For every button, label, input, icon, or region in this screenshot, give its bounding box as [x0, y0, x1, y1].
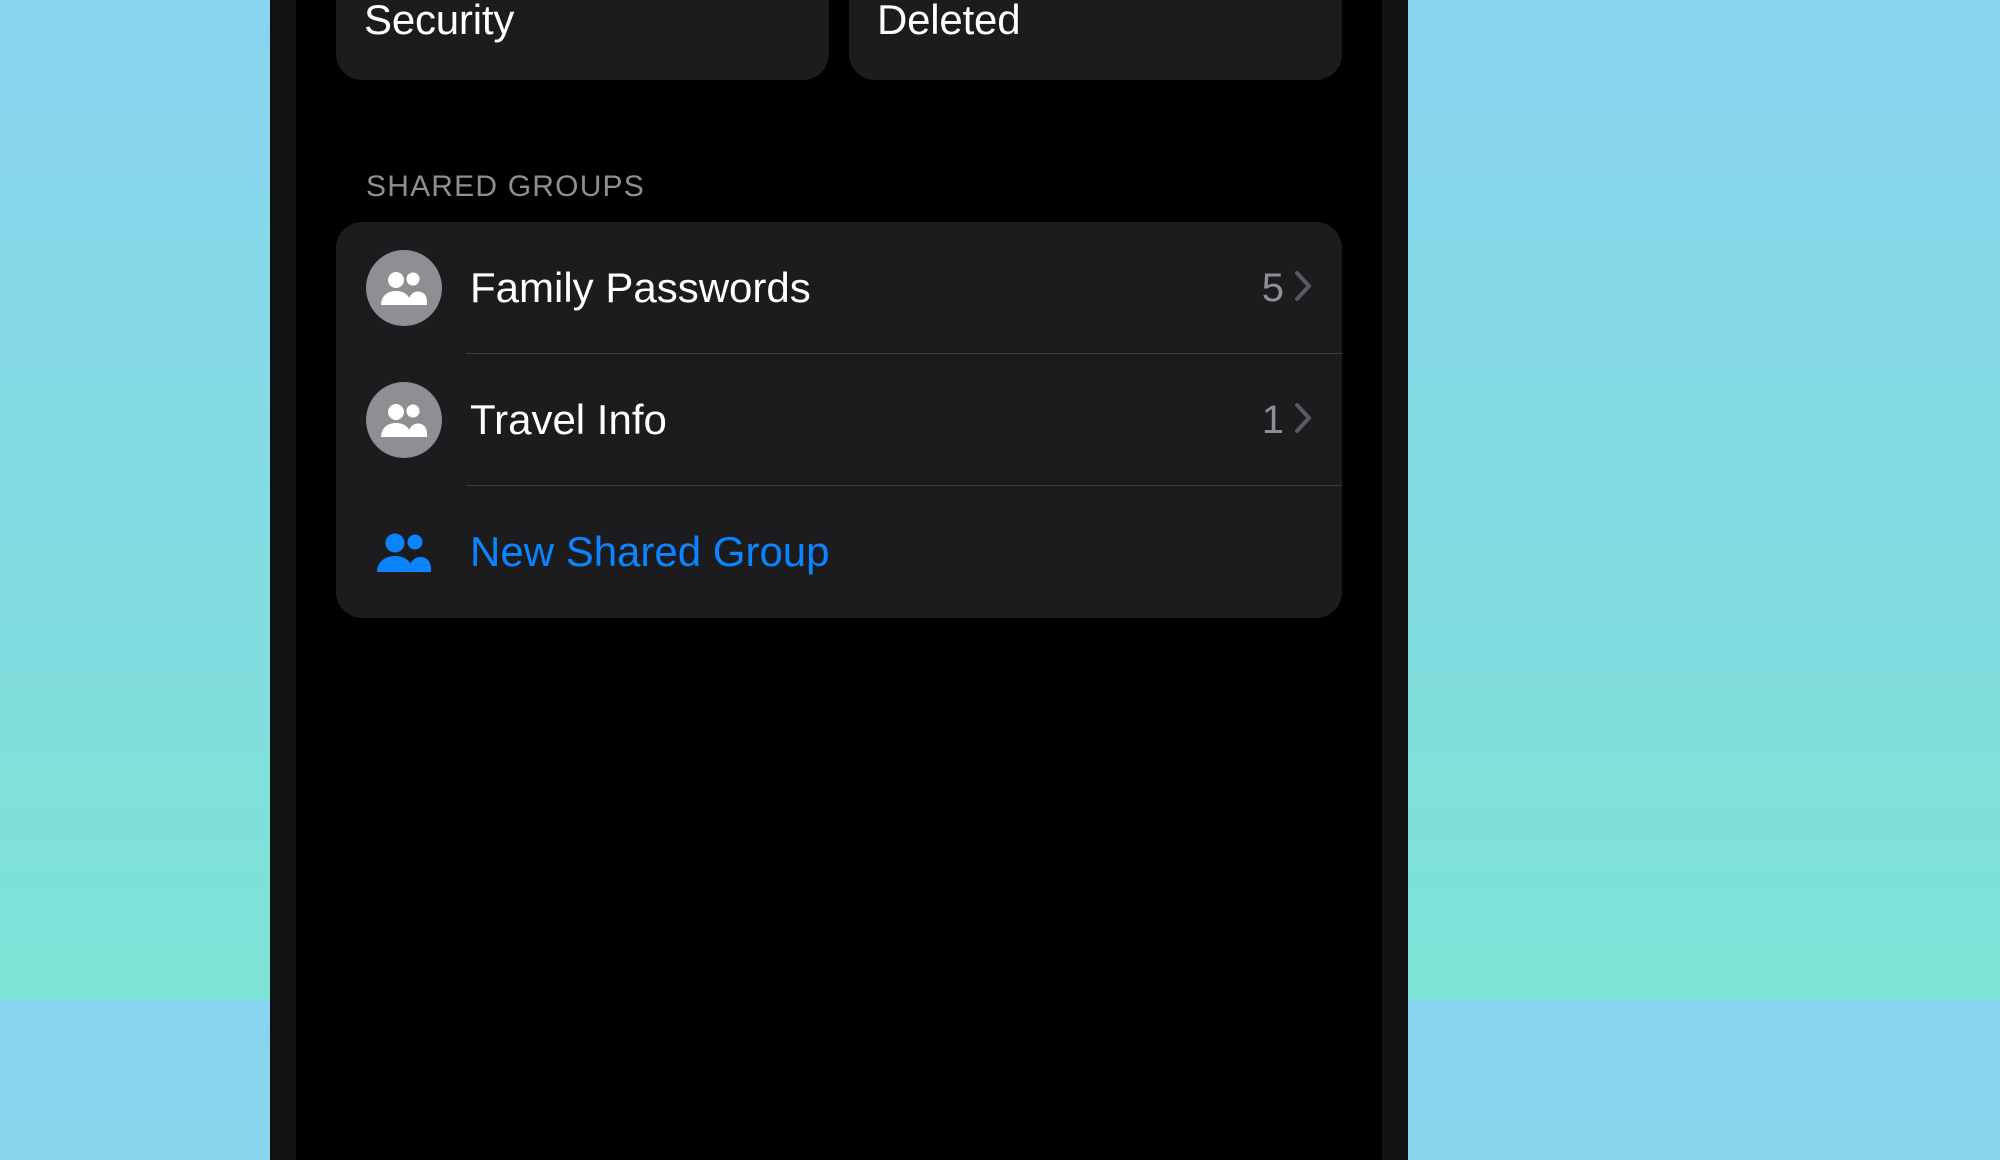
shared-group-row[interactable]: Family Passwords 5: [336, 222, 1342, 354]
device-frame: Security Deleted SHARED GROUPS Family: [270, 0, 1408, 1160]
shared-group-row[interactable]: Travel Info 1: [336, 354, 1342, 486]
new-shared-group-button[interactable]: New Shared Group: [336, 486, 1342, 618]
shared-group-label: Travel Info: [470, 396, 1262, 444]
tile-security-label: Security: [364, 0, 801, 44]
category-tiles: Security Deleted: [336, 0, 1342, 80]
shared-groups-list: Family Passwords 5 Trave: [336, 222, 1342, 618]
tile-deleted-label: Deleted: [877, 0, 1314, 44]
bezel-left: [270, 0, 296, 1160]
screen: Security Deleted SHARED GROUPS Family: [296, 0, 1382, 1160]
chevron-right-icon: [1294, 270, 1312, 307]
chevron-right-icon: [1294, 402, 1312, 439]
tile-deleted[interactable]: Deleted: [849, 0, 1342, 80]
shared-groups-header: SHARED GROUPS: [366, 170, 645, 204]
new-shared-group-label: New Shared Group: [470, 528, 1312, 576]
shared-group-count: 5: [1262, 266, 1284, 311]
people-icon: [366, 250, 442, 326]
shared-group-count: 1: [1262, 398, 1284, 443]
tile-security[interactable]: Security: [336, 0, 829, 80]
people-add-icon: [366, 514, 442, 590]
shared-group-label: Family Passwords: [470, 264, 1262, 312]
people-icon: [366, 382, 442, 458]
bezel-right: [1382, 0, 1408, 1160]
